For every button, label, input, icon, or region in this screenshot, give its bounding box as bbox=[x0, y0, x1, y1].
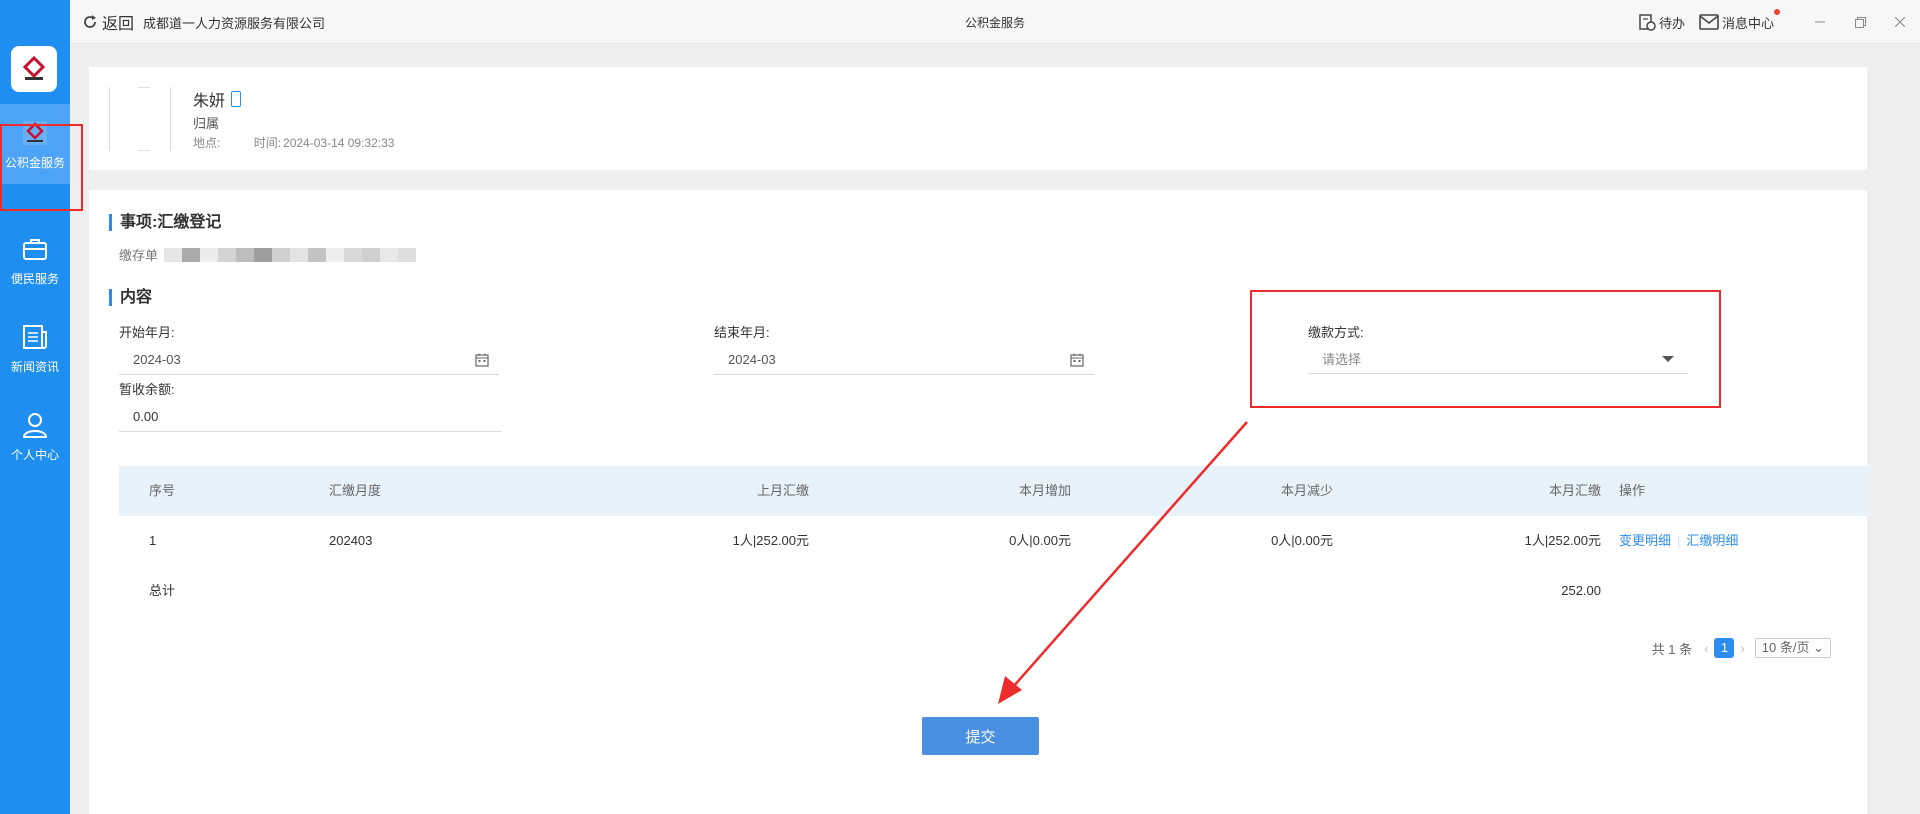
company-name: 成都道一人力资源服务有限公司 bbox=[143, 16, 326, 31]
sidebar-item-label: 个人中心 bbox=[10, 448, 59, 462]
sidebar-item-personal[interactable]: 个人中心 bbox=[0, 390, 70, 470]
page-size-select[interactable]: 10 条/页 ⌄ bbox=[1754, 638, 1831, 658]
col-header-reduce: 本月减少 bbox=[1280, 483, 1333, 498]
profile-card: 朱妍 归属 地点: 时间: 2024-03-14 09:32:33 bbox=[89, 67, 1867, 170]
app-logo bbox=[11, 46, 57, 92]
time-value: 2024-03-14 09:32:33 bbox=[283, 136, 395, 150]
action-separator: | bbox=[1677, 533, 1681, 548]
user-icon bbox=[22, 413, 48, 438]
cell-month: 202403 bbox=[329, 533, 373, 548]
sidebar-item-news[interactable]: 新闻资讯 bbox=[0, 302, 70, 382]
phone-icon bbox=[231, 91, 242, 107]
sidebar-item-label: 便民服务 bbox=[10, 272, 59, 286]
briefcase-icon bbox=[23, 239, 47, 260]
todo-button[interactable]: 待办 bbox=[1638, 13, 1685, 32]
profile-meta: 地点: 时间: 2024-03-14 09:32:33 bbox=[193, 134, 424, 151]
balance-value: 0.00 bbox=[133, 409, 159, 424]
submit-button[interactable]: 提交 bbox=[922, 717, 1039, 755]
main-card: 事项:汇缴登记 缴存单 内容 开始年月: 2024-03 结束年月: 2024-… bbox=[89, 190, 1871, 814]
col-header-action: 操作 bbox=[1619, 483, 1646, 498]
col-header-no: 序号 bbox=[149, 483, 176, 498]
table-total-row: 总计 252.00 bbox=[119, 566, 1871, 616]
col-header-last: 上月汇缴 bbox=[756, 483, 809, 498]
deposit-doc-number: 缴存单 bbox=[119, 245, 417, 264]
deposit-doc-label: 缴存单 bbox=[119, 248, 159, 263]
sidebar: 公积金服务 便民服务 新闻资讯 个人中心 bbox=[0, 0, 70, 814]
pagination: 共 1 条 ‹ 1 › 10 条/页 ⌄ bbox=[1652, 638, 1831, 658]
back-label: 返回 bbox=[102, 16, 135, 33]
location-label: 地点: bbox=[193, 136, 221, 150]
cell-reduce: 0人|0.00元 bbox=[1271, 533, 1333, 548]
redacted-mosaic bbox=[164, 247, 417, 262]
content-title: 内容 bbox=[109, 289, 152, 306]
balance-label: 暂收余额: bbox=[119, 382, 175, 397]
contribution-detail-link[interactable]: 汇缴明细 bbox=[1686, 533, 1738, 548]
news-icon bbox=[23, 325, 47, 349]
contribution-table: 序号 汇缴月度 上月汇缴 本月增加 本月减少 本月汇缴 操作 1 202403 … bbox=[119, 466, 1871, 616]
col-header-month: 汇缴月度 bbox=[329, 483, 382, 498]
minimize-button[interactable] bbox=[1800, 0, 1840, 44]
sidebar-item-label: 新闻资讯 bbox=[10, 360, 59, 374]
time-label: 时间: bbox=[253, 136, 282, 150]
pager-total: 共 1 条 bbox=[1651, 641, 1693, 657]
start-month-value: 2024-03 bbox=[133, 352, 181, 367]
avatar bbox=[109, 87, 171, 151]
restore-icon bbox=[1854, 16, 1866, 28]
end-month-label: 结束年月: bbox=[714, 325, 770, 340]
close-icon bbox=[1895, 17, 1905, 27]
user-name-text: 朱妍 bbox=[193, 93, 226, 110]
housing-fund-logo-icon bbox=[22, 56, 46, 80]
unread-dot bbox=[1774, 8, 1780, 15]
chevron-down-icon: ⌄ bbox=[1813, 640, 1824, 655]
highlight-box-pay-method bbox=[1250, 290, 1721, 408]
refresh-icon bbox=[84, 15, 96, 28]
matter-title: 事项:汇缴登记 bbox=[109, 214, 221, 231]
change-detail-link[interactable]: 变更明细 bbox=[1619, 533, 1671, 548]
page-size-value: 10 条/页 bbox=[1761, 640, 1810, 655]
col-header-add: 本月增加 bbox=[1018, 483, 1071, 498]
belong-label: 归属 bbox=[193, 116, 220, 131]
top-bar: 返回 成都道一人力资源服务有限公司 公积金服务 待办 消息中心 bbox=[70, 0, 1920, 44]
end-month-input[interactable]: 2024-03 bbox=[714, 345, 1094, 375]
start-month-label: 开始年月: bbox=[119, 325, 175, 340]
message-center-button[interactable]: 消息中心 bbox=[1699, 8, 1780, 32]
cell-no: 1 bbox=[149, 533, 157, 548]
back-button[interactable]: 返回 bbox=[82, 10, 134, 34]
sidebar-item-convenience[interactable]: 便民服务 bbox=[0, 214, 70, 294]
total-label: 总计 bbox=[149, 583, 176, 598]
cell-add: 0人|0.00元 bbox=[1009, 533, 1071, 548]
total-value: 252.00 bbox=[1561, 583, 1601, 598]
table-row: 1 202403 1人|252.00元 0人|0.00元 0人|0.00元 1人… bbox=[119, 516, 1871, 566]
calendar-icon[interactable] bbox=[1070, 353, 1084, 367]
calendar-icon[interactable] bbox=[475, 353, 489, 367]
cell-current: 1人|252.00元 bbox=[1524, 533, 1601, 548]
end-month-value: 2024-03 bbox=[728, 352, 776, 367]
next-page-icon[interactable]: › bbox=[1740, 641, 1744, 656]
close-button[interactable] bbox=[1880, 0, 1920, 44]
messages-label: 消息中心 bbox=[1721, 15, 1774, 31]
cell-last: 1人|252.00元 bbox=[732, 533, 809, 548]
todo-icon bbox=[1639, 14, 1656, 31]
restore-button[interactable] bbox=[1840, 0, 1880, 44]
cell-actions: 变更明细 | 汇缴明细 bbox=[1619, 516, 1738, 566]
page-1-button[interactable]: 1 bbox=[1714, 638, 1735, 658]
table-header: 序号 汇缴月度 上月汇缴 本月增加 本月减少 本月汇缴 操作 bbox=[119, 466, 1871, 516]
todo-label: 待办 bbox=[1658, 15, 1685, 31]
mail-icon bbox=[1699, 14, 1719, 30]
col-header-current: 本月汇缴 bbox=[1548, 483, 1601, 498]
start-month-input[interactable]: 2024-03 bbox=[119, 345, 499, 375]
minimize-icon bbox=[1815, 21, 1825, 23]
balance-input[interactable]: 0.00 bbox=[119, 402, 501, 432]
prev-page-icon[interactable]: ‹ bbox=[1704, 641, 1708, 656]
user-name: 朱妍 bbox=[193, 87, 242, 111]
highlight-box-sidebar bbox=[0, 124, 83, 211]
